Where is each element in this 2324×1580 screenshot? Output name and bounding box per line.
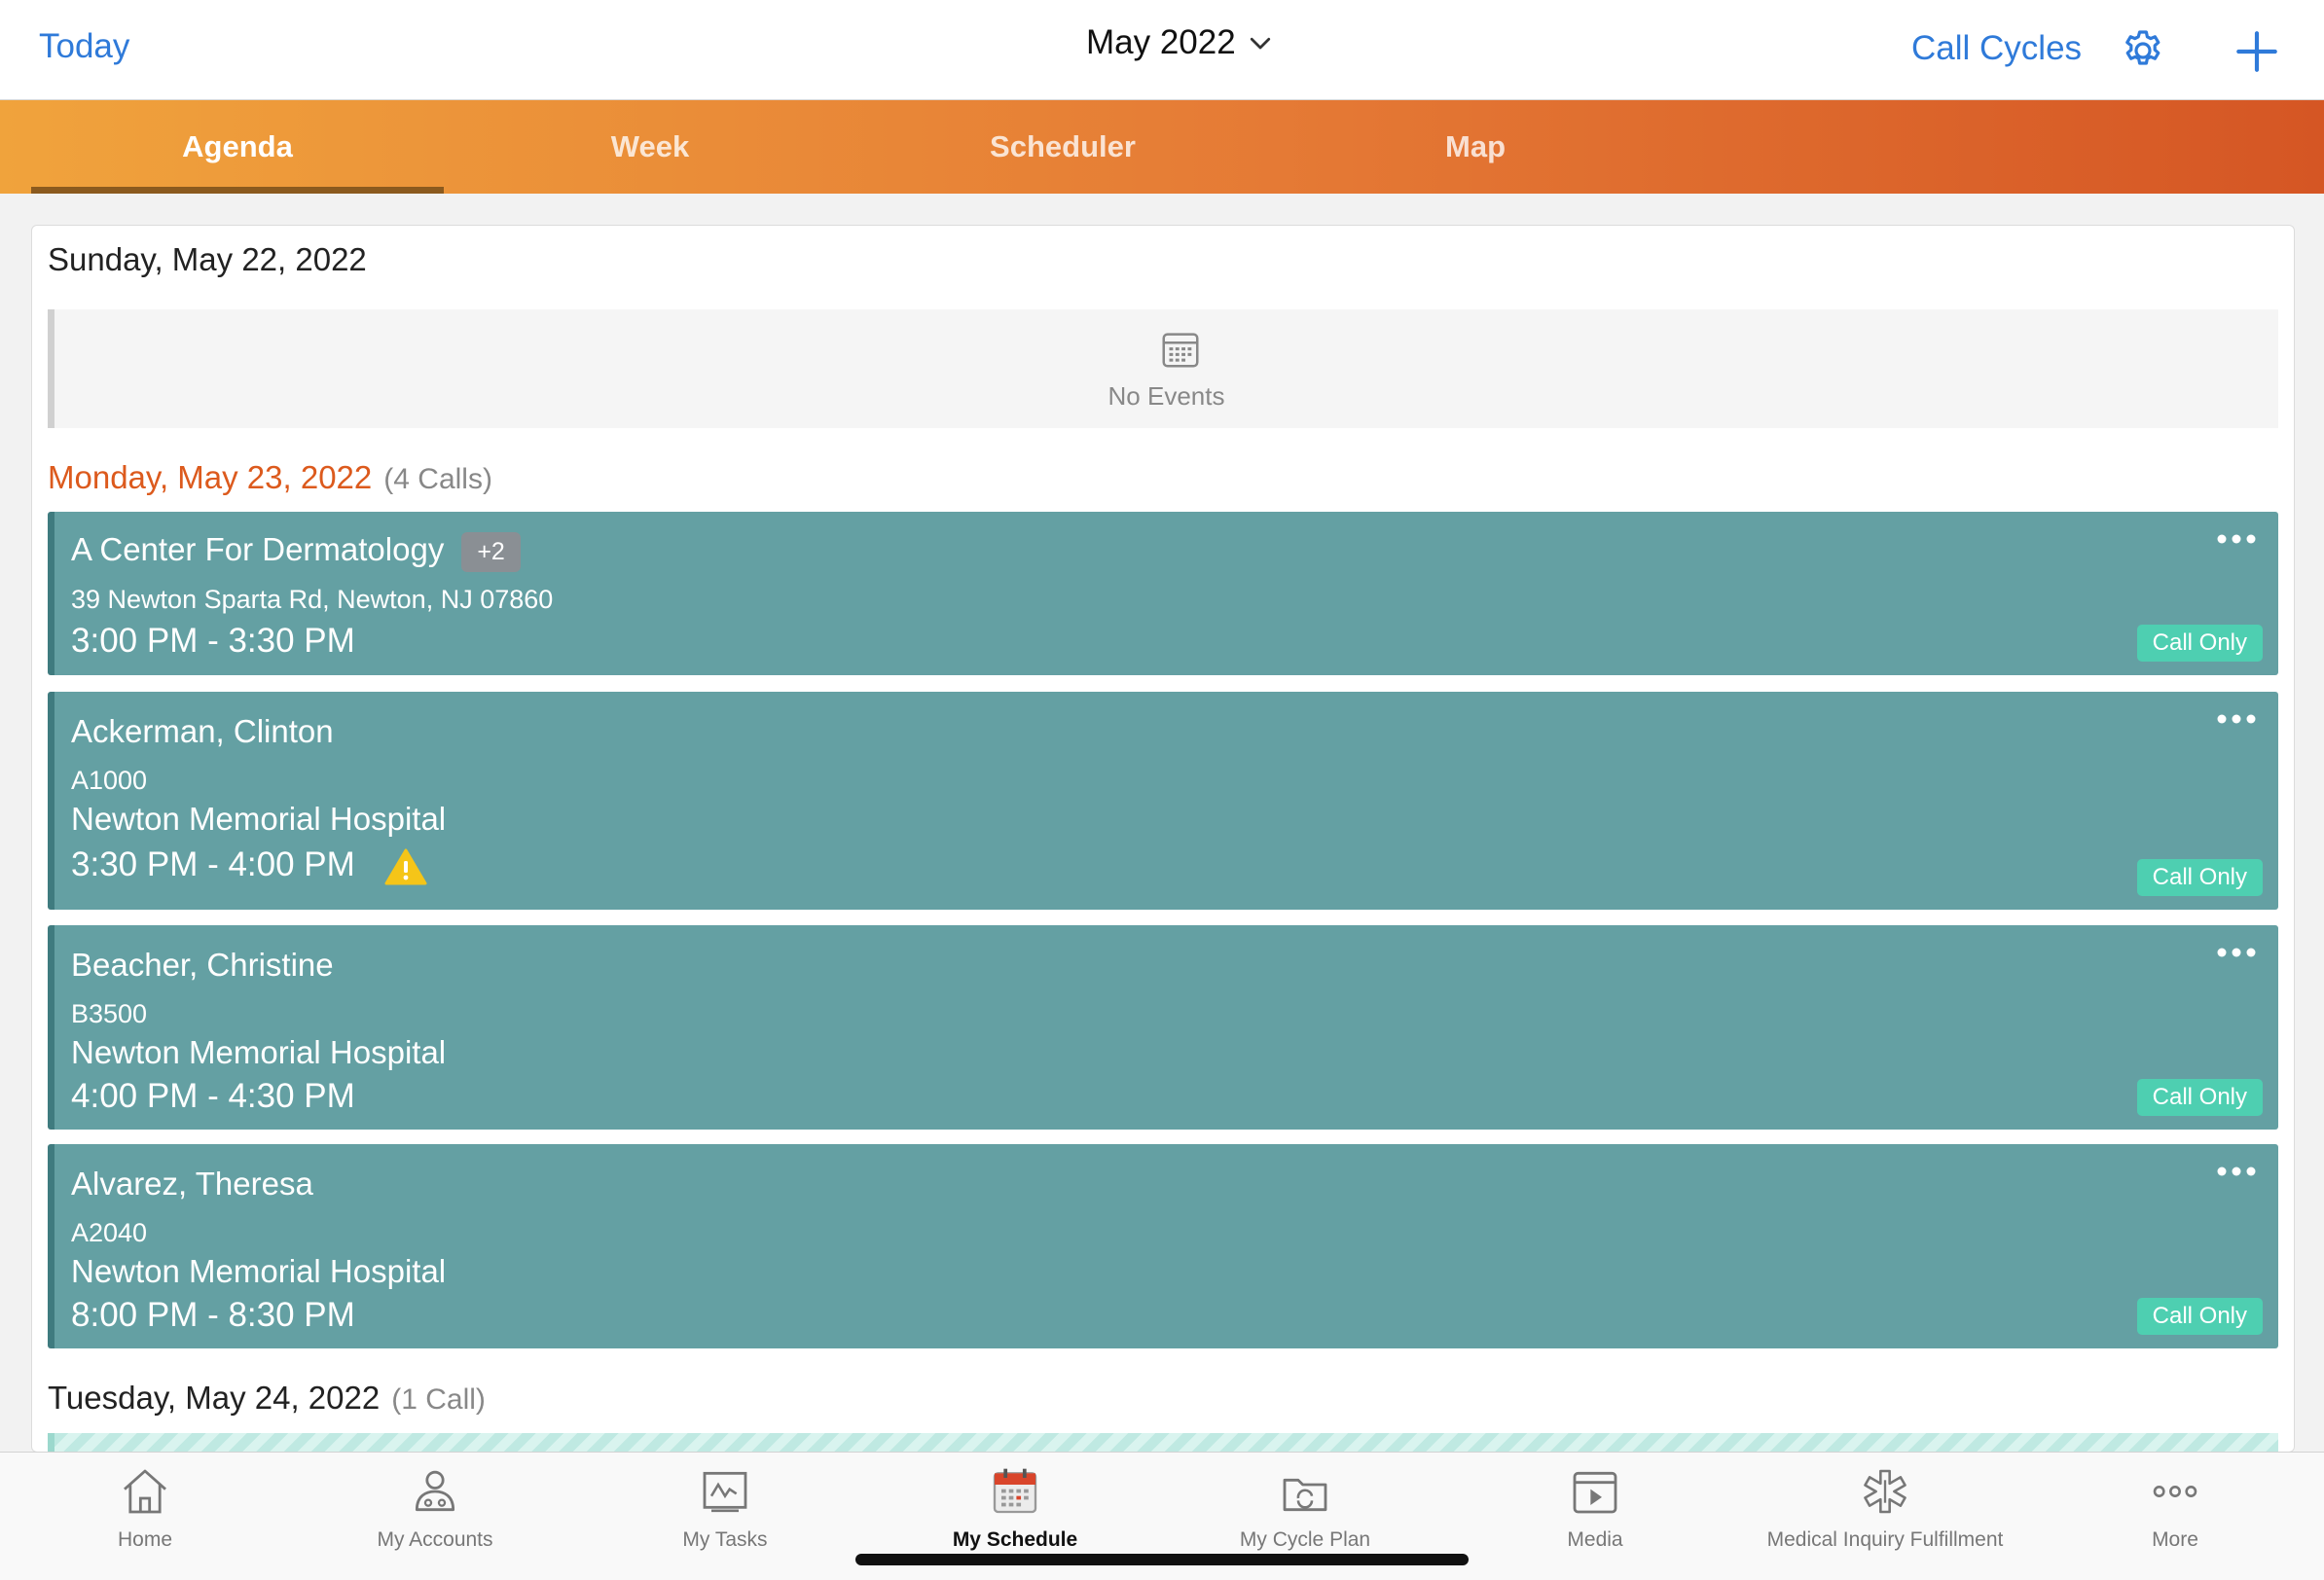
call-organization: Newton Memorial Hospital (71, 1034, 447, 1070)
bottom-nav-my-accounts[interactable]: My Accounts (290, 1464, 580, 1552)
call-status-badge: Call Only (2136, 1079, 2263, 1116)
more-options-icon[interactable] (2216, 947, 2257, 958)
bottom-nav-label: Home (117, 1528, 173, 1551)
day-date: Monday, May 23, 2022 (48, 459, 373, 495)
call-card-title-row: A Center For Dermatology +2 (71, 531, 521, 572)
bottom-nav-home[interactable]: Home (0, 1464, 290, 1552)
day-date: Tuesday, May 24, 2022 (48, 1380, 381, 1416)
bottom-nav-label: My Schedule (952, 1528, 1078, 1551)
bottom-nav-label: My Tasks (682, 1528, 768, 1551)
call-time: 3:30 PM - 4:00 PM (71, 845, 355, 883)
call-time: 3:00 PM - 3:30 PM (71, 622, 355, 660)
tab-week[interactable]: Week (444, 100, 856, 194)
bottom-nav-label: More (2152, 1528, 2198, 1551)
call-card[interactable]: A Center For Dermatology +2 39 Newton Spa… (48, 512, 2278, 675)
view-tabs: Agenda Week Scheduler Map (0, 100, 2324, 194)
call-name: Ackerman, Clinton (71, 713, 334, 749)
month-picker[interactable]: May 2022 (1086, 23, 1275, 62)
call-status-badge: Call Only (2136, 625, 2263, 662)
home-icon (124, 1469, 166, 1514)
month-label: May 2022 (1086, 23, 1236, 61)
bottom-nav-label: Media (1567, 1528, 1623, 1551)
attendee-count-badge[interactable]: +2 (461, 531, 521, 572)
call-time: 8:00 PM - 8:30 PM (71, 1296, 355, 1334)
call-account-id: A1000 (71, 766, 148, 795)
call-card[interactable]: Ackerman, Clinton A1000 Newton Memorial … (48, 692, 2278, 910)
call-name: Alvarez, Theresa (71, 1166, 313, 1202)
call-organization: Newton Memorial Hospital (71, 1253, 447, 1289)
bottom-nav-label: My Accounts (377, 1528, 493, 1551)
no-events-block: No Events (48, 309, 2278, 428)
no-events-label: No Events (1108, 381, 1225, 411)
call-status-badge: Call Only (2136, 859, 2263, 896)
day-date: Sunday, May 22, 2022 (48, 241, 367, 277)
warning-icon[interactable] (384, 847, 427, 886)
call-time-row: 3:30 PM - 4:00 PM (71, 845, 427, 886)
call-time: 4:00 PM - 4:30 PM (71, 1077, 355, 1115)
gear-icon[interactable] (2120, 27, 2166, 74)
tab-scheduler[interactable]: Scheduler (856, 100, 1269, 194)
bottom-nav-my-schedule[interactable]: My Schedule (870, 1464, 1160, 1552)
bottom-nav-label: Medical Inquiry Fulfillment (1766, 1528, 2004, 1551)
call-account-id: A2040 (71, 1218, 148, 1247)
home-indicator (855, 1554, 1469, 1565)
bottom-nav-my-cycle-plan[interactable]: My Cycle Plan (1160, 1464, 1450, 1552)
bottom-nav-media[interactable]: Media (1450, 1464, 1740, 1552)
agenda-panel[interactable]: Sunday, May 22, 2022 No Events Monday, M… (31, 225, 2295, 1453)
call-address: 39 Newton Sparta Rd, Newton, NJ 07860 (71, 585, 554, 614)
more-options-icon[interactable] (2216, 713, 2257, 725)
calendar-icon (993, 1468, 1037, 1514)
more-icon (2153, 1486, 2197, 1497)
bottom-nav-more[interactable]: More (2030, 1464, 2320, 1552)
day-header-sunday: Sunday, May 22, 2022 (48, 241, 367, 278)
bottom-nav-label: My Cycle Plan (1239, 1528, 1371, 1551)
medical-icon (1864, 1469, 1906, 1514)
call-card[interactable]: Alvarez, Theresa A2040 Newton Memorial H… (48, 1144, 2278, 1348)
more-options-icon[interactable] (2216, 1166, 2257, 1177)
bottom-nav-my-tasks[interactable]: My Tasks (580, 1464, 870, 1552)
chevron-down-icon (1250, 37, 1270, 50)
day-header-tuesday: Tuesday, May 24, 2022 (1 Call) (48, 1380, 486, 1417)
call-organization: Newton Memorial Hospital (71, 801, 447, 837)
tasks-icon (703, 1471, 747, 1513)
add-icon[interactable] (2233, 27, 2281, 76)
call-name: Beacher, Christine (71, 947, 334, 983)
more-options-icon[interactable] (2216, 533, 2257, 545)
call-card-partial[interactable] (48, 1433, 2278, 1452)
media-icon (1573, 1471, 1617, 1514)
bottom-nav-medical-inquiry[interactable]: Medical Inquiry Fulfillment (1740, 1464, 2030, 1552)
tab-agenda[interactable]: Agenda (31, 100, 444, 194)
day-call-count: (4 Calls) (383, 463, 492, 495)
today-button[interactable]: Today (39, 27, 129, 66)
accounts-icon (415, 1470, 455, 1512)
call-account-id: B3500 (71, 999, 148, 1028)
day-call-count: (1 Call) (391, 1383, 486, 1416)
day-header-monday: Monday, May 23, 2022 (4 Calls) (48, 459, 492, 496)
tab-map[interactable]: Map (1269, 100, 1682, 194)
call-status-badge: Call Only (2136, 1298, 2263, 1335)
calendar-icon (1162, 333, 1199, 368)
call-cycles-button[interactable]: Call Cycles (1911, 29, 2082, 68)
call-card[interactable]: Beacher, Christine B3500 Newton Memorial… (48, 925, 2278, 1130)
cycle-plan-icon (1283, 1478, 1327, 1512)
top-navigation-bar: Today May 2022 Call Cycles (0, 0, 2324, 100)
call-name: A Center For Dermatology (71, 531, 445, 567)
